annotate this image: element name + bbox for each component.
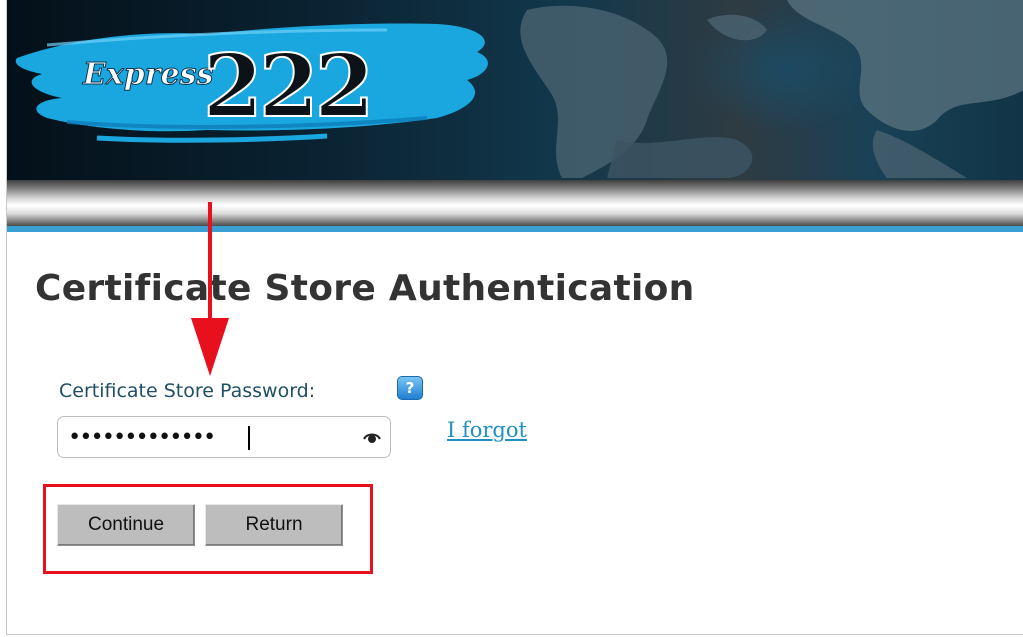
password-input[interactable] <box>57 416 391 458</box>
password-label: Certificate Store Password: <box>59 380 316 402</box>
continue-button[interactable]: Continue <box>57 504 195 546</box>
return-button[interactable]: Return <box>205 504 343 546</box>
accent-line <box>7 226 1023 232</box>
show-password-icon[interactable] <box>363 430 381 444</box>
chrome-divider-bar <box>7 180 1023 226</box>
annotation-arrow <box>191 202 229 376</box>
forgot-password-link[interactable]: I forgot <box>447 418 527 442</box>
text-caret <box>248 426 250 450</box>
header-banner: Express 222 <box>7 0 1023 180</box>
brand-express-text: Express <box>82 57 214 92</box>
banner-artwork: Express 222 <box>15 0 1023 179</box>
page-title: Certificate Store Authentication <box>35 268 695 309</box>
brand-number-text: 222 <box>203 36 371 137</box>
page-frame: Express 222 Certificate Store Authentica… <box>6 0 1023 635</box>
help-icon[interactable]: ? <box>397 376 423 400</box>
